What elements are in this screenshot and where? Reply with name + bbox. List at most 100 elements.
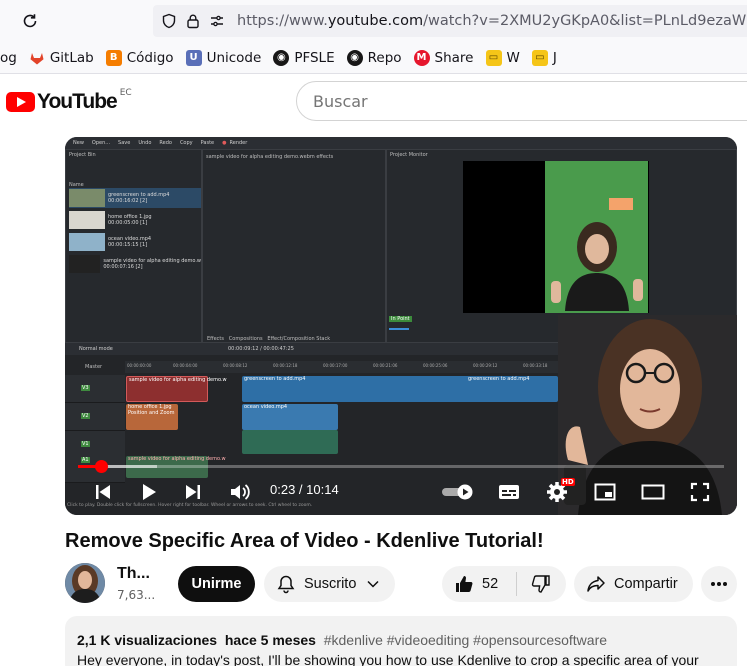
hashtags[interactable]: #kdenlive #videoediting #opensourcesoftw… [324, 632, 607, 648]
search-input[interactable]: Buscar [296, 81, 747, 121]
bell-icon [276, 574, 296, 594]
previous-icon [96, 485, 110, 499]
tab: Compositions [228, 336, 263, 342]
ruler-tick: 00:00:17:00 [323, 363, 348, 368]
ruler-tick: 00:00:00:00 [127, 363, 152, 368]
clip-thumbnail [69, 255, 101, 273]
ruler-tick: 00:00:12:18 [273, 363, 298, 368]
fullscreen-button[interactable] [687, 480, 713, 504]
subscribed-button[interactable]: Suscrito [264, 566, 395, 602]
bookmark-w[interactable]: ▭ W [485, 49, 520, 66]
more-horizontal-icon [711, 582, 727, 586]
bin-item-text: ocean video.mp4 00:00:15:15 [1] [108, 236, 151, 248]
bin-item-text: home office 1.jpg 00:00:05:00 [1] [108, 214, 152, 226]
youtube-logo[interactable]: YouTube EC [6, 88, 132, 114]
like-dislike-group: 52 [442, 566, 566, 602]
youtube-play-icon [6, 92, 35, 112]
video-title: Remove Specific Area of Video - Kdenlive… [65, 530, 544, 552]
dislike-button[interactable] [531, 574, 551, 594]
effect-tabs: Effects Compositions Effect/Composition … [207, 336, 330, 342]
clip-label: home office 1.jpg Position and Zoom [128, 404, 175, 416]
page: https://www.youtube.com/watch?v=2XMU2yGK… [0, 0, 747, 666]
bin-item-meta: 00:00:05:00 [1] [108, 220, 148, 226]
progress-bar[interactable] [78, 465, 724, 468]
theater-mode-button[interactable] [639, 480, 667, 504]
bookmark-label: PFSLE [294, 49, 335, 66]
fullscreen-icon [690, 482, 710, 502]
join-label: Unirme [191, 576, 242, 592]
time-display: 0:23 / 10:14 [270, 482, 339, 497]
bookmark-label: Código [126, 49, 174, 66]
bookmark-unicode[interactable]: U Unicode [185, 49, 261, 66]
bookmark-share[interactable]: M Share [413, 49, 474, 66]
play-button[interactable] [137, 480, 161, 504]
view-count: 2,1 K visualizaciones [77, 632, 218, 648]
clip-label: sample video for alpha editing demo.w [128, 456, 226, 462]
share-label: Compartir [614, 576, 678, 592]
more-actions-button[interactable] [701, 566, 737, 602]
clip-label: greenscreen to add.mp4 [244, 376, 306, 382]
blogger-icon: B [105, 49, 122, 66]
channel-avatar[interactable] [65, 563, 105, 603]
project-bin-panel: Project Bin Name greenscreen to add.mp4 0… [65, 149, 202, 343]
ruler-tick: 00:00:29:12 [473, 363, 498, 368]
subtitles-button[interactable] [496, 480, 522, 504]
volume-button[interactable] [227, 480, 253, 504]
join-button[interactable]: Unirme [178, 566, 255, 602]
timeline-audio-clip [242, 430, 338, 454]
miniplayer-button[interactable] [592, 480, 618, 504]
time-current: 0:23 [270, 482, 296, 497]
share-button[interactable]: Compartir [574, 566, 693, 602]
like-button[interactable] [454, 574, 474, 594]
logo-wordmark: YouTube [37, 90, 118, 113]
monitor-progress [389, 328, 409, 330]
address-bar[interactable]: https://www.youtube.com/watch?v=2XMU2yGK… [153, 5, 747, 37]
bookmark-pfsle[interactable]: ◉ PFSLE [273, 49, 335, 66]
settings-button[interactable]: HD [543, 478, 575, 504]
menu-item: Paste [200, 140, 215, 146]
lock-icon[interactable] [185, 12, 201, 30]
volume-icon [231, 484, 250, 500]
bookmark-repo[interactable]: ◉ Repo [346, 49, 402, 66]
timeline-clip: sample video for alpha editing demo.w [126, 376, 227, 402]
render-dot-icon: ● [222, 140, 227, 146]
menu-item: Open... [91, 140, 111, 146]
next-icon [186, 485, 200, 499]
menu-item: Undo [138, 140, 152, 146]
menu-item: Redo [159, 140, 172, 146]
progress-scrubber[interactable] [95, 460, 108, 473]
chevron-down-icon [366, 577, 380, 591]
next-button[interactable] [181, 480, 205, 504]
clip-label: greenscreen to add.mp4 [468, 376, 530, 382]
channel-name[interactable]: Th... [117, 565, 150, 583]
browser-toolbar: https://www.youtube.com/watch?v=2XMU2yGK… [0, 0, 747, 42]
play-icon [143, 484, 156, 500]
upload-age: hace 5 meses [224, 632, 316, 648]
bin-item: home office 1.jpg 00:00:05:00 [1] [69, 210, 201, 230]
ruler-tick: 00:00:08:12 [223, 363, 248, 368]
autoplay-toggle[interactable] [440, 480, 476, 504]
url-text[interactable]: https://www.youtube.com/watch?v=2XMU2yGK… [237, 13, 747, 29]
bin-item-meta: 00:00:16:02 [2] [108, 198, 148, 204]
presenter-figure-icon [551, 222, 643, 311]
permissions-icon[interactable] [209, 12, 225, 30]
menu-item: New [73, 140, 84, 146]
bookmark-og[interactable]: og [0, 50, 17, 66]
reload-icon[interactable] [18, 9, 42, 33]
bookmark-label: GitLab [49, 49, 94, 66]
menu-item: Copy [179, 140, 193, 146]
bin-item: ocean video.mp4 00:00:15:15 [1] [69, 232, 201, 252]
timeline-clip: greenscreen to add.mp4 greenscreen to ad… [242, 376, 558, 402]
bookmark-yellow-icon: ▭ [531, 49, 548, 66]
shield-icon[interactable] [161, 12, 177, 30]
track-header: V3 [65, 375, 125, 403]
bookmark-label: Repo [367, 49, 402, 66]
bookmark-j[interactable]: ▭ J [531, 49, 557, 66]
previous-button[interactable] [91, 480, 115, 504]
bookmark-codigo[interactable]: B Código [105, 49, 174, 66]
video-player[interactable]: New Open... Save Undo Redo Copy Paste ● … [65, 137, 737, 515]
timeline-clip: home office 1.jpg Position and Zoom [126, 404, 178, 430]
share-arrow-icon [586, 575, 606, 593]
bookmark-label: W [506, 49, 520, 66]
bookmark-gitlab[interactable]: GitLab [29, 50, 94, 66]
